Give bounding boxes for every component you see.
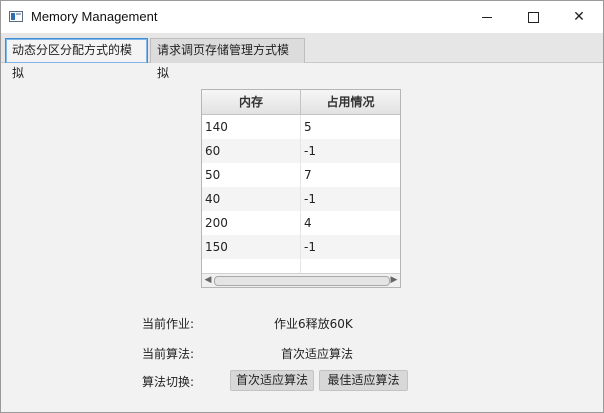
cell-occupancy: 7: [304, 168, 312, 182]
algorithm-switch-label: 算法切换:: [142, 375, 195, 389]
title-bar[interactable]: Memory Management ✕: [1, 1, 603, 33]
scroll-right-icon[interactable]: ▶: [388, 274, 400, 287]
current-job-label: 当前作业:: [142, 317, 195, 331]
first-fit-button[interactable]: 首次适应算法: [230, 370, 314, 391]
column-header-occupancy[interactable]: 占用情况: [301, 90, 400, 114]
cell-memory: 150: [202, 235, 301, 259]
cell-memory: 200: [202, 211, 301, 235]
tab-demand-paging[interactable]: 请求调页存储管理方式模拟: [150, 38, 305, 80]
cell-memory: 50: [202, 163, 301, 187]
table-row[interactable]: 50 7: [202, 163, 400, 187]
cell-occupancy: -1: [304, 144, 316, 158]
table-body: 140 5 60 -1 50 7 40 -1 200 4 150 -1: [202, 115, 400, 277]
table-header: 内存 占用情况: [202, 90, 400, 115]
cell-memory: 40: [202, 187, 301, 211]
table-row[interactable]: 150 -1: [202, 235, 400, 259]
column-header-memory[interactable]: 内存: [202, 90, 301, 114]
current-job-value: 作业6释放60K: [274, 317, 353, 331]
close-icon: ✕: [573, 9, 585, 25]
memory-table: 内存 占用情况 140 5 60 -1 50 7 40 -1 200 4 150…: [201, 89, 401, 288]
cell-occupancy: 5: [304, 120, 312, 134]
minimize-button[interactable]: [464, 1, 510, 33]
scroll-left-icon[interactable]: ◀: [202, 274, 214, 287]
table-row[interactable]: 60 -1: [202, 139, 400, 163]
best-fit-button[interactable]: 最佳适应算法: [319, 370, 408, 391]
cell-occupancy: 4: [304, 216, 312, 230]
scrollbar-thumb[interactable]: [214, 276, 390, 286]
cell-memory: 60: [202, 139, 301, 163]
app-window: Memory Management ✕ 动态分区分配方式的模拟 请求调页存储管理…: [0, 0, 604, 413]
close-button[interactable]: ✕: [556, 1, 602, 33]
current-algorithm-value: 首次适应算法: [281, 347, 354, 361]
app-icon: [9, 11, 23, 22]
cell-occupancy: -1: [304, 192, 316, 206]
maximize-icon: [527, 11, 539, 23]
current-algorithm-label: 当前算法:: [142, 347, 195, 361]
minimize-icon: [482, 16, 492, 18]
horizontal-scrollbar[interactable]: ◀ ▶: [202, 273, 400, 287]
maximize-button[interactable]: [510, 1, 556, 33]
table-row[interactable]: 140 5: [202, 115, 400, 139]
table-row[interactable]: 40 -1: [202, 187, 400, 211]
table-row[interactable]: 200 4: [202, 211, 400, 235]
tab-dynamic-partition[interactable]: 动态分区分配方式的模拟: [5, 38, 148, 80]
cell-occupancy: -1: [304, 240, 316, 254]
tab-bar: 动态分区分配方式的模拟 请求调页存储管理方式模拟: [1, 33, 603, 80]
cell-memory: 140: [202, 115, 301, 139]
window-title: Memory Management: [31, 9, 158, 24]
